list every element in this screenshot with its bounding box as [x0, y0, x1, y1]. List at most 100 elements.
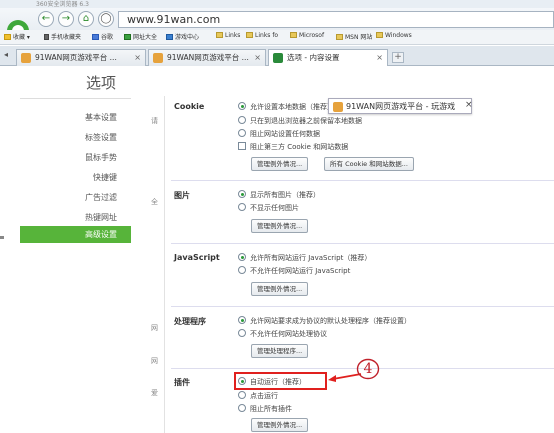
option-label: 允许网站要求成为协议的默认处理程序（推荐设置）	[250, 317, 411, 325]
javascript-section-title: JavaScript	[174, 253, 220, 262]
bookmark-label: Microsof	[299, 32, 325, 39]
radio-icon	[238, 129, 246, 137]
bookmarks-bar: 收藏 ▾ 手机收藏夹 谷歌 网址大全 游戏中心 Links Links fo M…	[0, 30, 554, 45]
close-icon[interactable]: ×	[465, 100, 473, 110]
back-button[interactable]: ←	[38, 11, 54, 27]
javascript-allow-radio[interactable]: 允许所有网站运行 JavaScript（推荐）	[238, 253, 371, 263]
checkbox-icon	[238, 142, 246, 150]
cookie-exceptions-button[interactable]: 管理例外情况...	[251, 157, 309, 171]
site-favicon-icon	[21, 53, 31, 63]
plugins-exceptions-button[interactable]: 管理例外情况...	[251, 418, 309, 432]
cookie-allow-radio[interactable]: 允许设置本地数据（推荐）	[238, 102, 334, 112]
tab-bar: ◂ 91WAN网页游戏平台 ... × 91WAN网页游戏平台 ... × 选项…	[0, 46, 554, 66]
radio-selected-icon	[238, 316, 246, 324]
plugins-section-title: 插件	[174, 378, 190, 387]
cookie-session-radio[interactable]: 只在到退出浏览器之前保留本地数据	[238, 116, 362, 126]
handlers-block-radio[interactable]: 不允许任何网站处理协议	[238, 329, 327, 339]
folder-icon	[246, 32, 253, 38]
section-divider	[171, 306, 554, 307]
radio-icon	[238, 329, 246, 337]
images-exceptions-button[interactable]: 管理例外情况...	[251, 219, 309, 233]
window-title: 360安全浏览器 6.3	[36, 1, 89, 8]
bookmark-item[interactable]: Microsof	[290, 32, 324, 39]
divider	[20, 98, 131, 99]
close-icon[interactable]: ×	[134, 50, 141, 66]
sidebar-item-hotkey-urls[interactable]: 热键网址	[85, 212, 117, 223]
tab-scroll-left-icon[interactable]: ◂	[4, 50, 8, 59]
bookmark-label: Links fo	[255, 32, 279, 39]
section-divider	[171, 243, 554, 244]
bookmark-item[interactable]: 手机收藏夹	[44, 32, 81, 41]
radio-icon	[238, 203, 246, 211]
bookmark-item[interactable]: Windows	[376, 32, 412, 39]
bookmark-label: 谷歌	[101, 34, 114, 41]
tab-options[interactable]: 选项 - 内容设置 ×	[268, 49, 388, 66]
bookmark-label: Links	[225, 32, 241, 39]
manage-handlers-button[interactable]: 管理处理程序...	[251, 344, 309, 358]
tab-91wan-2[interactable]: 91WAN网页游戏平台 ... ×	[148, 49, 266, 66]
plugins-click-to-play-radio[interactable]: 点击运行	[238, 391, 278, 401]
images-section-title: 图片	[174, 191, 190, 200]
bookmark-item[interactable]: MSN 网站	[336, 32, 372, 41]
handlers-section-title: 处理程序	[174, 317, 206, 326]
annotation-number: 4	[363, 361, 373, 377]
annotation-step-marker: 4	[356, 358, 380, 380]
bookmark-item[interactable]: 游戏中心	[166, 32, 199, 41]
option-label: 允许所有网站运行 JavaScript（推荐）	[250, 254, 372, 262]
phone-icon	[44, 34, 49, 40]
folder-icon	[336, 34, 343, 40]
radio-icon	[238, 404, 246, 412]
radio-selected-icon	[238, 190, 246, 198]
options-favicon-icon	[273, 53, 283, 63]
section-divider	[171, 180, 554, 181]
handlers-allow-radio[interactable]: 允许网站要求成为协议的默认处理程序（推荐设置）	[238, 316, 411, 326]
cookie-block-radio[interactable]: 阻止网站设置任何数据	[238, 129, 320, 139]
tooltip-text: 91WAN网页游戏平台 - 玩游戏	[346, 102, 456, 111]
sidebar-item-basic[interactable]: 基本设置	[85, 112, 117, 123]
close-icon[interactable]: ×	[376, 50, 383, 66]
option-label: 点击运行	[250, 392, 278, 400]
bookmark-item[interactable]: 网址大全	[124, 32, 157, 41]
option-label: 允许设置本地数据（推荐）	[250, 103, 334, 111]
sidebar-item-advanced[interactable]: 高级设置	[20, 226, 131, 243]
sidebar-item-shortcuts[interactable]: 快捷键	[93, 172, 117, 183]
bookmark-label: MSN 网站	[345, 34, 373, 41]
truncated-label: 全	[151, 198, 158, 206]
all-cookies-button[interactable]: 所有 Cookie 和网站数据...	[324, 157, 414, 171]
address-bar[interactable]: www.91wan.com	[118, 11, 554, 28]
forward-button[interactable]: →	[58, 11, 74, 27]
sidebar-item-tabs[interactable]: 标签设置	[85, 132, 117, 143]
cookie-section-title: Cookie	[174, 102, 205, 111]
bookmark-label: 游戏中心	[175, 34, 200, 41]
javascript-exceptions-button[interactable]: 管理例外情况...	[251, 282, 309, 296]
tab-label: 91WAN网页游戏平台 ...	[167, 53, 249, 62]
bookmark-item[interactable]: 谷歌	[92, 32, 113, 41]
javascript-block-radio[interactable]: 不允许任何网站运行 JavaScript	[238, 266, 350, 276]
bookmark-item[interactable]: Links	[216, 32, 240, 39]
new-tab-button[interactable]: +	[392, 52, 404, 63]
option-label: 只在到退出浏览器之前保留本地数据	[250, 117, 362, 125]
star-icon	[4, 34, 11, 40]
images-hide-radio[interactable]: 不显示任何图片	[238, 203, 299, 213]
sidebar-item-mouse-gestures[interactable]: 鼠标手势	[85, 152, 117, 163]
folder-icon	[216, 32, 223, 38]
divider	[164, 96, 165, 433]
home-icon[interactable]: ⌂	[78, 11, 94, 27]
option-label: 不显示任何图片	[250, 204, 299, 212]
images-show-radio[interactable]: 显示所有图片（推荐）	[238, 190, 320, 200]
bookmark-label: 网址大全	[133, 34, 158, 41]
shield-icon[interactable]: ◯	[98, 11, 114, 27]
third-party-cookie-checkbox[interactable]: 阻止第三方 Cookie 和网站数据	[238, 142, 348, 152]
sidebar-item-ad-filter[interactable]: 广告过滤	[85, 192, 117, 203]
option-label: 不允许任何网站运行 JavaScript	[250, 267, 351, 275]
plugins-block-radio[interactable]: 阻止所有插件	[238, 404, 292, 414]
bookmark-favorites[interactable]: 收藏 ▾	[4, 32, 30, 41]
scroll-marker	[0, 236, 4, 239]
close-icon[interactable]: ×	[254, 50, 261, 66]
navigation-bar: ← → ⌂ ◯ www.91wan.com	[0, 8, 554, 42]
bookmark-item[interactable]: Links fo	[246, 32, 278, 39]
globe-icon	[124, 34, 131, 40]
tab-91wan-1[interactable]: 91WAN网页游戏平台 ... ×	[16, 49, 146, 66]
radio-selected-icon	[238, 253, 246, 261]
page-title: 选项	[86, 74, 117, 92]
